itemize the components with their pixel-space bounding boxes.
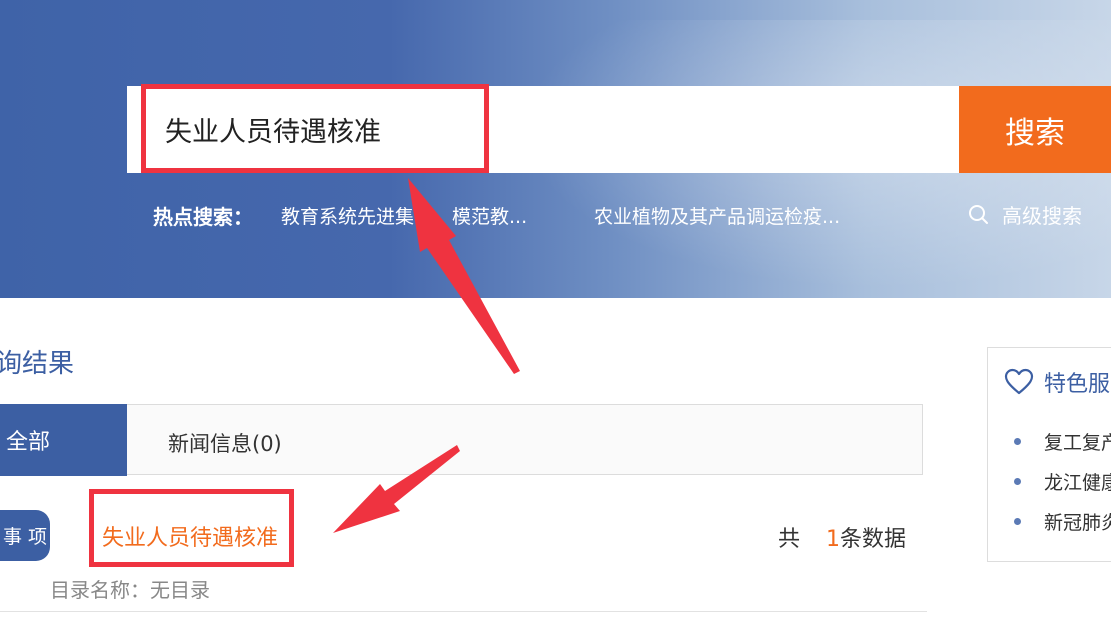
arrow-down-left-icon xyxy=(333,445,460,533)
annotation-arrows xyxy=(333,178,520,533)
arrow-up-icon xyxy=(408,178,520,374)
